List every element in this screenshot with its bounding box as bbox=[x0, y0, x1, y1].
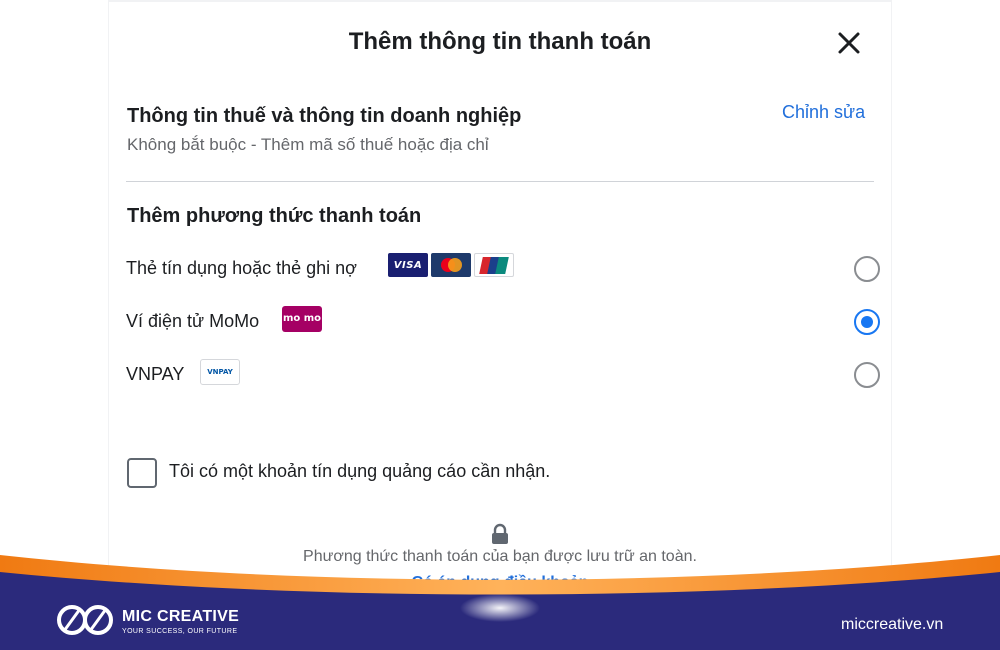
radio-momo[interactable] bbox=[854, 309, 880, 335]
credit-checkbox-label: Tôi có một khoản tín dụng quảng cáo cần … bbox=[169, 461, 551, 481]
dialog-title: Thêm thông tin thanh toán bbox=[348, 28, 652, 55]
payment-option-label: Ví điện tử MoMo bbox=[126, 311, 260, 331]
brand-tagline: YOUR SUCCESS, OUR FUTURE bbox=[122, 628, 238, 635]
credit-checkbox[interactable] bbox=[127, 458, 157, 488]
divider bbox=[126, 181, 874, 182]
momo-logo: mo mo bbox=[282, 306, 322, 332]
mic-creative-logo bbox=[54, 601, 116, 644]
edit-link[interactable]: Chỉnh sửa bbox=[782, 102, 865, 123]
vnpay-logo: VNPAY bbox=[200, 359, 240, 385]
close-icon bbox=[838, 32, 860, 54]
payment-option-momo[interactable]: Ví điện tử MoMo mo mo bbox=[126, 305, 880, 341]
brand-website[interactable]: miccreative.vn bbox=[841, 616, 943, 634]
tax-section-subtitle: Không bắt buộc - Thêm mã số thuế hoặc đị… bbox=[127, 135, 489, 154]
payment-dialog: Thêm thông tin thanh toán Thông tin thuế… bbox=[108, 0, 892, 600]
visa-logo: VISA bbox=[388, 253, 428, 277]
unionpay-logo bbox=[474, 253, 514, 277]
vnpay-logos: VNPAY bbox=[200, 359, 240, 385]
payment-option-vnpay[interactable]: VNPAY VNPAY bbox=[126, 358, 880, 394]
momo-logos: mo mo bbox=[282, 306, 322, 332]
mastercard-logo bbox=[431, 253, 471, 277]
payment-option-card[interactable]: Thẻ tín dụng hoặc thẻ ghi nợ VISA bbox=[126, 252, 880, 288]
brand-name: MIC CREATIVE bbox=[122, 608, 240, 625]
tax-section-title: Thông tin thuế và thông tin doanh nghiệp bbox=[127, 105, 522, 127]
card-logos: VISA bbox=[388, 253, 514, 277]
radio-card[interactable] bbox=[854, 256, 880, 282]
payment-section-title: Thêm phương thức thanh toán bbox=[127, 205, 422, 227]
close-button[interactable] bbox=[836, 30, 862, 56]
radio-vnpay[interactable] bbox=[854, 362, 880, 388]
payment-option-label: VNPAY bbox=[126, 364, 185, 384]
payment-option-label: Thẻ tín dụng hoặc thẻ ghi nợ bbox=[126, 258, 357, 278]
